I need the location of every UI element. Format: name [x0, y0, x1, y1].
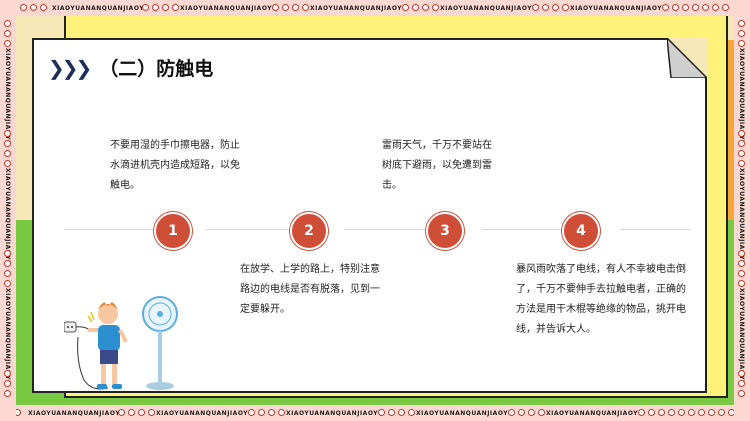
page-fold-icon [667, 38, 707, 78]
right-border: XIAOYUANANQUANJIAOYU XIAOYUANANQUANJIAOY… [734, 0, 750, 421]
border-text: XIAOYUANANQUANJIAOYU [546, 409, 644, 417]
border-text: XIAOYUANANQUANJIAOYU [28, 409, 126, 417]
page-title: （二）防触电 [99, 58, 214, 80]
step-text-2: 在放学、上学的路上，特别注意路边的电线是否有脱落，见到一定要躲开。 [240, 264, 380, 315]
chevron-icon: ❯❯❯ [48, 55, 92, 80]
content-card: ❯❯❯ （二）防触电 1 2 3 4 不要用湿的手巾擦电器，防止水滴进机壳内造成… [32, 38, 707, 393]
border-text: XIAOYUANANQUANJIAOYU [440, 4, 538, 12]
step-text-3: 雷雨天气，千万不要站在树底下避雨，以免遭到雷击。 [382, 140, 492, 191]
child-electric-shock-illustration [64, 296, 178, 390]
child-icon [87, 302, 128, 389]
border-text: XIAOYUANANQUANJIAOYU [52, 4, 150, 12]
border-text: XIAOYUANANQUANJIAOYU [310, 4, 408, 12]
top-border: XIAOYUANANQUANJIAOYU XIAOYUANANQUANJIAOY… [0, 0, 750, 16]
step-number-3: 3 [426, 212, 464, 250]
border-text: XIAOYUANANQUANJIAOYU [286, 409, 384, 417]
timeline-line [620, 229, 690, 230]
bottom-border: XIAOYUANANQUANJIAOYU XIAOYUANANQUANJIAOY… [0, 405, 750, 421]
border-text: XIAOYUANANQUANJIAOYU [180, 4, 278, 12]
step-text-4: 暴风雨吹落了电线，有人不幸被电击倒了，千万不要伸手去拉触电者，正确的方法是用干木… [516, 264, 686, 335]
border-text: XIAOYUANANQUANJIAOYU [416, 409, 514, 417]
timeline-line [64, 229, 154, 230]
border-text: XIAOYUANANQUANJIAOYU [570, 4, 668, 12]
step-number-2: 2 [290, 212, 328, 250]
step-text-1: 不要用湿的手巾擦电器，防止水滴进机壳内造成短路，以免触电。 [110, 140, 240, 191]
slide-background: XIAOYUANANQUANJIAOYU XIAOYUANANQUANJIAOY… [0, 0, 750, 421]
step-number-1: 1 [154, 212, 192, 250]
border-text: XIAOYUANANQUANJIAOYU [156, 409, 254, 417]
slide-heading: ❯❯❯ （二）防触电 [48, 54, 213, 81]
step-number-4: 4 [562, 212, 600, 250]
electric-fan-icon [142, 296, 178, 390]
left-border: XIAOYUANANQUANJIAOYU XIAOYUANANQUANJIAOY… [0, 0, 16, 421]
